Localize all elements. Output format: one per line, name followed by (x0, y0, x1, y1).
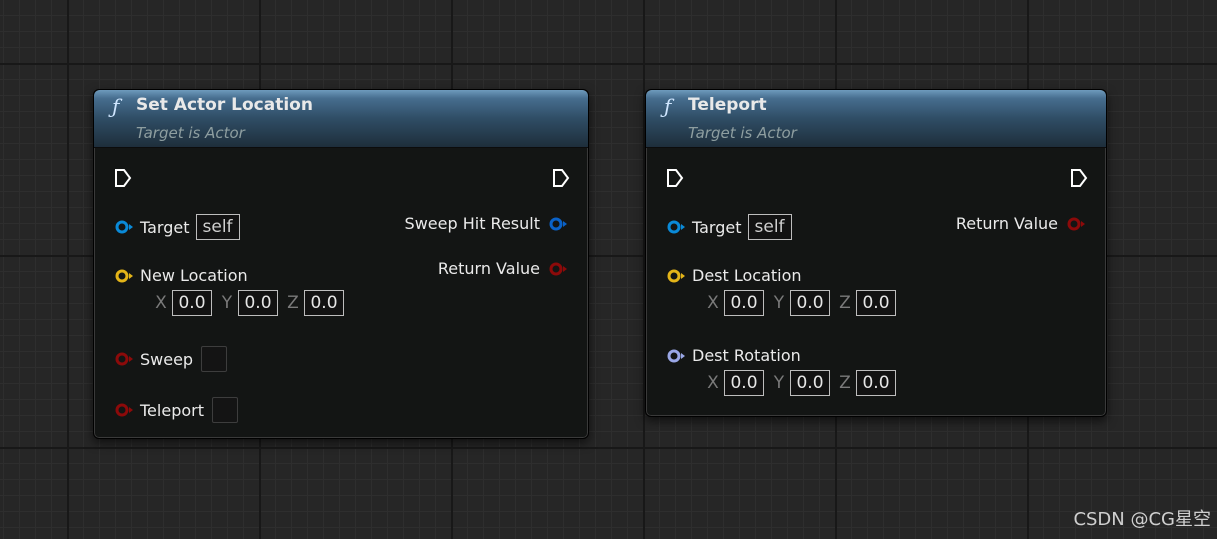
dest-rotation-label: Dest Rotation (692, 346, 801, 365)
z-axis-label: Z (839, 293, 851, 313)
node-header[interactable]: ƒ Teleport Target is Actor (646, 90, 1106, 148)
bool-pin-icon[interactable] (548, 262, 568, 276)
dest-location-y-input[interactable]: 0.0 (790, 290, 830, 316)
dest-location-x-input[interactable]: 0.0 (724, 290, 764, 316)
return-value-label: Return Value (437, 259, 540, 278)
sweep-hit-result-label: Sweep Hit Result (404, 214, 540, 233)
location-x-input[interactable]: 0.0 (172, 290, 212, 316)
vector-pin-icon[interactable] (666, 269, 686, 283)
exec-out-pin-icon[interactable] (552, 168, 570, 188)
vector-pin-icon[interactable] (114, 269, 134, 283)
struct-pin-icon[interactable] (548, 217, 568, 231)
target-input[interactable]: self (195, 214, 240, 240)
teleport-label: Teleport (140, 400, 204, 420)
exec-in-pin-icon[interactable] (666, 168, 684, 188)
sweep-checkbox[interactable] (201, 346, 228, 372)
location-z-input[interactable]: 0.0 (304, 290, 344, 316)
x-axis-label: X (707, 293, 719, 313)
node-title: Teleport (688, 95, 767, 115)
return-value-label: Return Value (955, 214, 1058, 233)
x-axis-label: X (155, 293, 167, 313)
node-title: Set Actor Location (136, 95, 313, 115)
dest-rotation-y-input[interactable]: 0.0 (790, 370, 830, 396)
y-axis-label: Y (221, 293, 233, 313)
target-label: Target (692, 217, 742, 237)
target-input[interactable]: self (747, 214, 792, 240)
location-y-input[interactable]: 0.0 (238, 290, 278, 316)
exec-out-pin-icon[interactable] (1070, 168, 1088, 188)
object-pin-icon[interactable] (114, 220, 134, 234)
dest-location-label: Dest Location (692, 266, 802, 285)
node-subtitle: Target is Actor (136, 124, 245, 142)
rotator-pin-icon[interactable] (666, 349, 686, 363)
dest-rotation-z-input[interactable]: 0.0 (856, 370, 896, 396)
bool-pin-icon[interactable] (114, 403, 134, 417)
node-set-actor-location[interactable]: ƒ Set Actor Location Target is Actor Tar… (93, 89, 589, 439)
exec-in-pin-icon[interactable] (114, 168, 132, 188)
node-header[interactable]: ƒ Set Actor Location Target is Actor (94, 90, 588, 148)
target-label: Target (140, 217, 190, 237)
teleport-checkbox[interactable] (211, 397, 238, 423)
node-subtitle: Target is Actor (688, 124, 797, 142)
sweep-label: Sweep (140, 349, 194, 369)
function-icon: ƒ (112, 94, 120, 118)
node-teleport[interactable]: ƒ Teleport Target is Actor Target self D… (645, 89, 1107, 417)
y-axis-label: Y (773, 373, 785, 393)
bool-pin-icon[interactable] (114, 352, 134, 366)
z-axis-label: Z (287, 293, 299, 313)
object-pin-icon[interactable] (666, 220, 686, 234)
watermark: CSDN @CG星空 (1073, 509, 1211, 530)
new-location-label: New Location (140, 266, 248, 285)
y-axis-label: Y (773, 293, 785, 313)
bool-pin-icon[interactable] (1066, 217, 1086, 231)
dest-location-z-input[interactable]: 0.0 (856, 290, 896, 316)
dest-rotation-x-input[interactable]: 0.0 (724, 370, 764, 396)
function-icon: ƒ (664, 94, 672, 118)
x-axis-label: X (707, 373, 719, 393)
z-axis-label: Z (839, 373, 851, 393)
